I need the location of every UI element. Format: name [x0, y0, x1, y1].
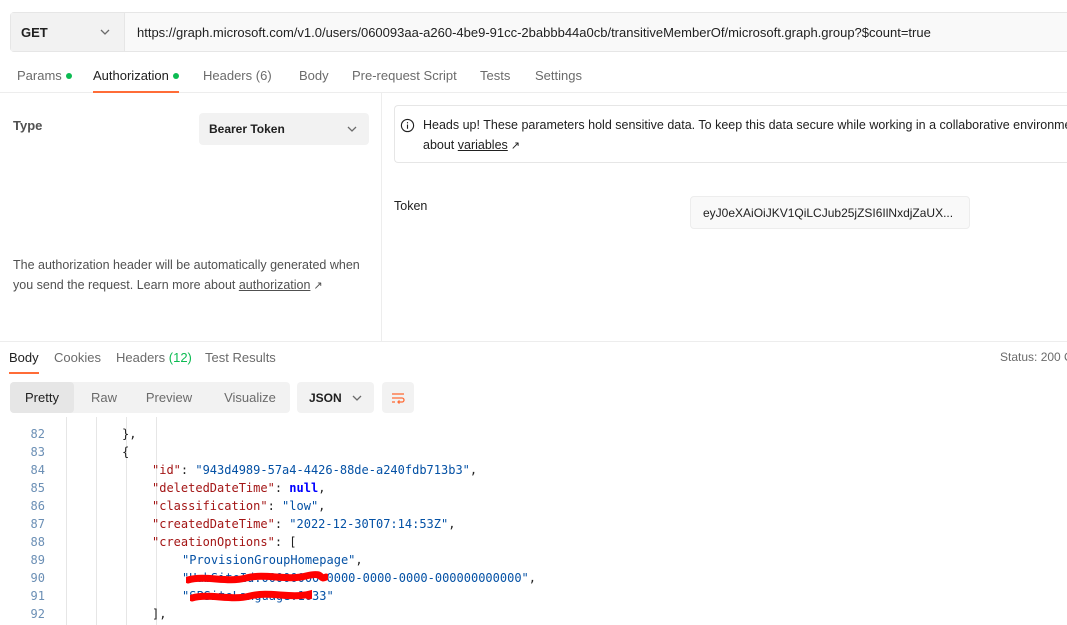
tab-headers-label: Headers: [203, 68, 253, 83]
code-line: 87 "createdDateTime": "2022-12-30T07:14:5…: [0, 515, 1067, 533]
code-line: 82},: [0, 425, 1067, 443]
response-status: Status: 200 OK: [988, 349, 1067, 365]
code-text: "deletedDateTime": null,: [152, 481, 326, 495]
response-tab-headers-label: Headers: [116, 350, 166, 365]
format-value: JSON: [309, 390, 342, 405]
format-select[interactable]: JSON: [297, 382, 374, 413]
response-tab-test-results[interactable]: Test Results: [205, 350, 276, 374]
code-text: {: [122, 445, 130, 459]
external-link-icon: ↗: [313, 280, 323, 292]
response-divider: [0, 341, 1067, 342]
code-line: 90 "HubSiteId:00000000-0000-0000-0000-000…: [0, 569, 1067, 587]
tab-params-label: Params: [17, 68, 62, 83]
auth-type-select[interactable]: Bearer Token: [199, 113, 369, 145]
line-number: 88: [30, 535, 45, 549]
tab-headers-count: (6): [255, 68, 272, 83]
method-label: GET: [21, 24, 48, 40]
view-pretty-button[interactable]: Pretty: [10, 382, 74, 413]
response-tab-headers[interactable]: Headers (12): [116, 350, 192, 374]
authorization-link[interactable]: authorization: [239, 278, 311, 292]
code-line: 88 "creationOptions": [: [0, 533, 1067, 551]
code-text: ],: [152, 607, 167, 621]
auth-type-value: Bearer Token: [209, 122, 285, 136]
tab-tests[interactable]: Tests: [480, 62, 510, 93]
notice-text: Heads up! These parameters hold sensitiv…: [423, 118, 1067, 132]
code-text: "createdDateTime": "2022-12-30T07:14:53Z…: [152, 517, 456, 531]
tab-tests-label: Tests: [480, 68, 511, 83]
code-line: 91 "SPSiteLanguage:1033": [0, 587, 1067, 605]
tab-pre-request-script[interactable]: Pre-request Script: [352, 62, 457, 93]
line-number: 83: [30, 445, 45, 459]
code-line: 89 "ProvisionGroupHomepage",: [0, 551, 1067, 569]
tab-pre-request-script-label: Pre-request Script: [352, 68, 457, 83]
line-number: 92: [30, 607, 45, 621]
url-bar: GET https://graph.microsoft.com/v1.0/use…: [10, 12, 1067, 52]
line-number: 90: [30, 571, 45, 585]
line-number: 87: [30, 517, 45, 531]
tab-authorization[interactable]: Authorization: [93, 62, 179, 93]
chevron-down-icon: [347, 126, 357, 132]
view-visualize-button[interactable]: Visualize: [212, 382, 288, 413]
code-text: "creationOptions": [: [152, 535, 297, 549]
chevron-down-icon: [352, 395, 362, 401]
sensitive-data-notice: Heads up! These parameters hold sensitiv…: [394, 105, 1067, 163]
line-number: 89: [30, 553, 45, 567]
line-number: 91: [30, 589, 45, 603]
code-line: 86 "classification": "low",: [0, 497, 1067, 515]
view-preview-button[interactable]: Preview: [136, 382, 202, 413]
line-number: 84: [30, 463, 45, 477]
notice-line-2: about variables ↗: [423, 135, 1067, 156]
line-number: 85: [30, 481, 45, 495]
redaction-scribble: [186, 571, 328, 584]
tab-body[interactable]: Body: [299, 62, 329, 93]
notice-prefix: about: [423, 138, 458, 152]
url-input[interactable]: https://graph.microsoft.com/v1.0/users/0…: [125, 13, 1067, 51]
code-line: 85 "deletedDateTime": null,: [0, 479, 1067, 497]
tab-body-label: Body: [299, 68, 329, 83]
wrap-icon: [392, 392, 405, 404]
redaction-scribble: [190, 589, 312, 602]
status-text: Status: 200 OK: [1000, 350, 1067, 364]
line-number: 82: [30, 427, 45, 441]
external-link-icon: ↗: [510, 140, 521, 152]
code-text: "ProvisionGroupHomepage",: [182, 553, 363, 567]
chevron-down-icon: [100, 29, 110, 35]
response-tab-body[interactable]: Body: [9, 350, 39, 374]
code-text: },: [122, 427, 137, 441]
request-tabs: Params Authorization Headers (6) Body Pr…: [0, 62, 1067, 93]
wrap-lines-button[interactable]: [382, 382, 414, 413]
code-line: 92],: [0, 605, 1067, 623]
tab-settings-label: Settings: [535, 68, 582, 83]
token-label: Token: [394, 199, 428, 213]
info-icon: [400, 118, 415, 133]
response-code-viewer[interactable]: 82}, 83 {84 "id": "943d4989-57a4-4426-88de-…: [0, 417, 1067, 625]
code-text: "id": "943d4989-57a4-4426-88de-a240fdb71…: [152, 463, 478, 477]
tab-authorization-label: Authorization: [93, 68, 169, 83]
tab-params[interactable]: Params: [17, 62, 72, 93]
token-input[interactable]: eyJ0eXAiOiJKV1QiLCJub25jZSI6IlNxdjZaUX..…: [690, 196, 970, 229]
auth-description: The authorization header will be automat…: [13, 255, 373, 296]
tab-settings[interactable]: Settings: [535, 62, 582, 93]
status-dot: [172, 73, 179, 79]
view-mode-group: Pretty Raw Preview Visualize: [10, 382, 290, 413]
view-raw-button[interactable]: Raw: [80, 382, 128, 413]
tab-headers[interactable]: Headers (6): [203, 62, 272, 93]
method-select[interactable]: GET: [11, 13, 125, 51]
code-line: 83 {: [0, 443, 1067, 461]
response-tab-cookies[interactable]: Cookies: [54, 350, 101, 374]
status-dot: [65, 73, 72, 79]
response-headers-count: (12): [168, 350, 192, 365]
variables-link[interactable]: variables: [458, 138, 508, 152]
type-label: Type: [13, 118, 43, 133]
code-line: 84 "id": "943d4989-57a4-4426-88de-a240fdb…: [0, 461, 1067, 479]
code-text: "classification": "low",: [152, 499, 326, 513]
line-number: 86: [30, 499, 45, 513]
